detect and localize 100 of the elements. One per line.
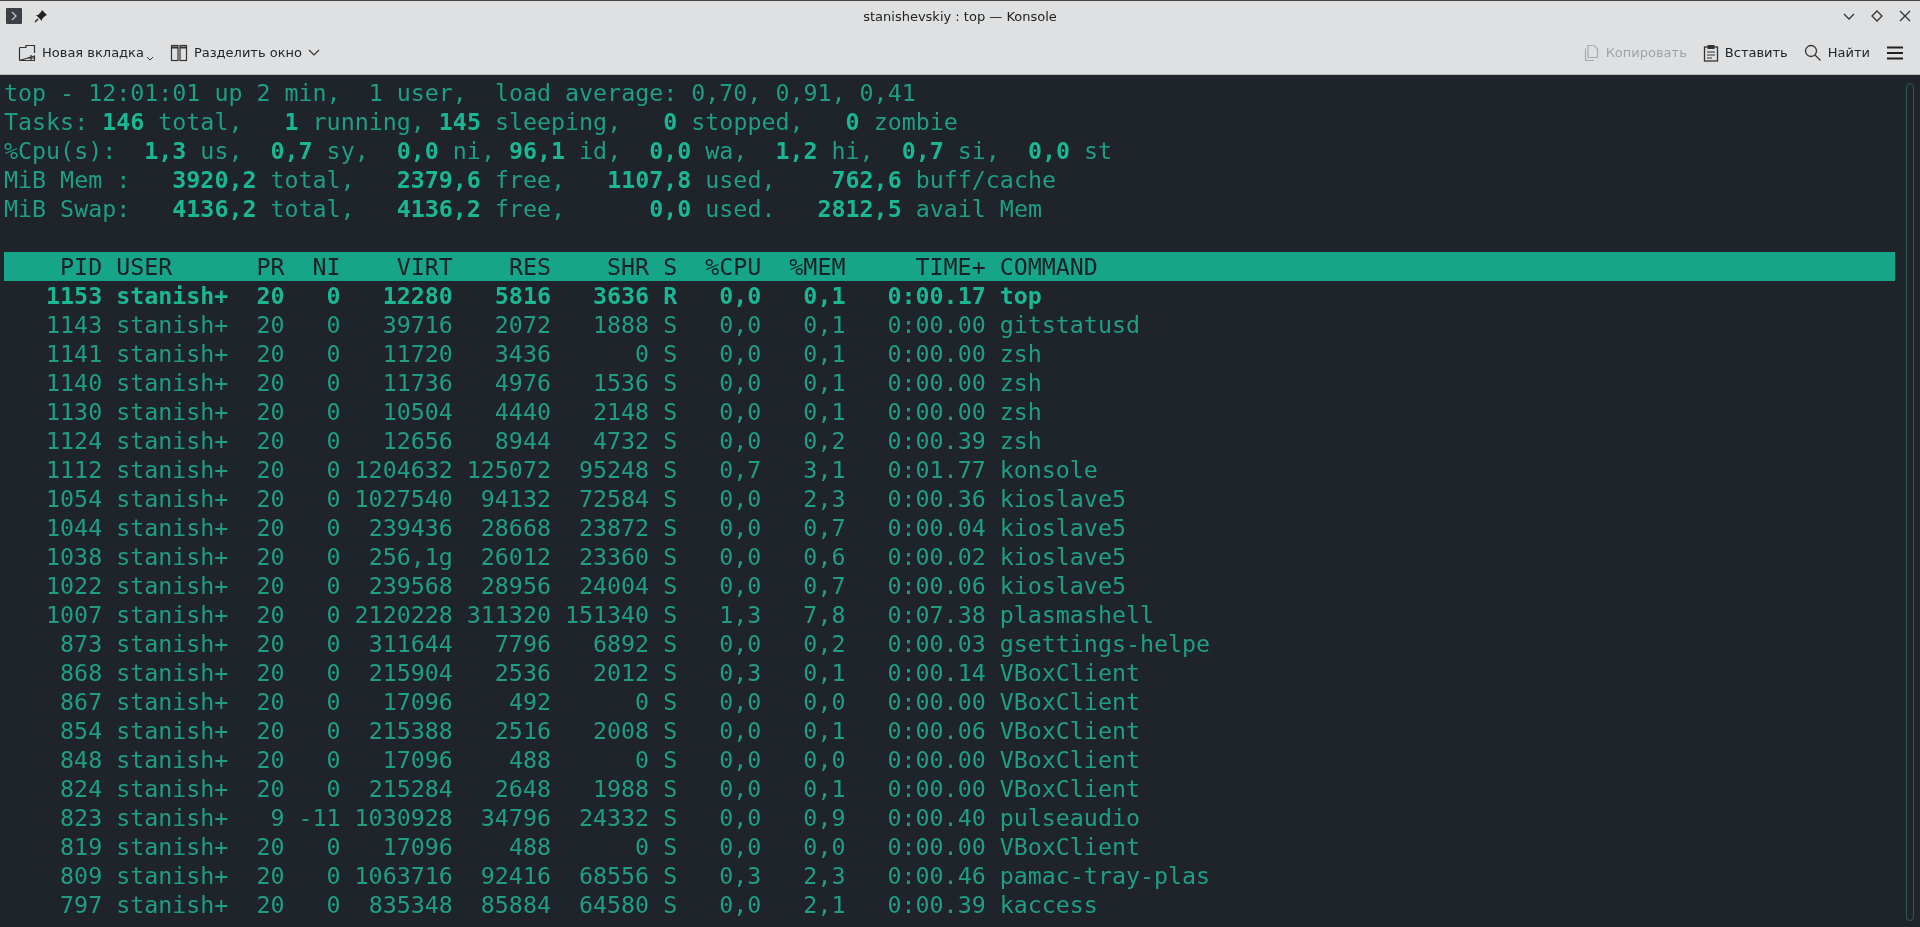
column-header: TIME+: [914, 252, 986, 281]
pin-icon[interactable]: [34, 9, 48, 23]
table-cell-text: 0: [325, 629, 341, 658]
table-cell: VBoxClient: [999, 716, 1140, 745]
table-cell-text: 1988: [592, 774, 650, 803]
table-cell-text: 0,0: [718, 803, 762, 832]
table-cell-text: 0: [325, 368, 341, 397]
table-cell-text: 0,3: [718, 861, 762, 890]
table-cell-text: 0,0: [718, 745, 762, 774]
table-cell: gsettings-helpe: [999, 629, 1211, 658]
table-cell-text: 1141: [45, 339, 103, 368]
table-cell-text: 2008: [592, 716, 650, 745]
table-cell-text: 20: [255, 745, 285, 774]
table-cell-text: 0,0: [718, 368, 762, 397]
paste-button[interactable]: Вставить: [1696, 39, 1794, 66]
table-cell-text: 3636: [592, 281, 650, 310]
table-cell: stanish+: [116, 600, 229, 629]
table-cell-text: 0,0: [802, 745, 846, 774]
table-cell-text: 0,1: [802, 339, 846, 368]
table-cell-text: 0,1: [802, 310, 846, 339]
table-cell-text: 0,0: [802, 832, 846, 861]
table-cell-text: 0:00.00: [886, 368, 986, 397]
find-button[interactable]: Найти: [1797, 39, 1876, 66]
new-tab-button[interactable]: Новая вкладка: [12, 39, 160, 66]
table-cell-text: 239436: [367, 513, 453, 542]
table-cell-text: 0,0: [718, 629, 762, 658]
table-cell-text: 215904: [367, 658, 453, 687]
table-cell: stanish+: [116, 310, 229, 339]
table-cell-text: 9: [269, 803, 285, 832]
table-cell: VBoxClient: [999, 832, 1140, 861]
table-cell: stanish+: [116, 571, 229, 600]
table-cell-text: 0: [325, 455, 341, 484]
table-cell: pulseaudio: [999, 803, 1140, 832]
table-cell-text: 20: [255, 658, 285, 687]
table-cell: stanish+: [116, 513, 229, 542]
table-cell-text: 20: [255, 426, 285, 455]
table-cell-text: 95248: [578, 455, 650, 484]
table-cell-text: 0,0: [718, 339, 762, 368]
table-cell-text: 2,3: [802, 861, 846, 890]
table-cell-text: 0:00.40: [886, 803, 986, 832]
caret-icon: [145, 55, 154, 62]
table-cell: S: [663, 861, 678, 890]
table-cell-text: 0,1: [802, 658, 846, 687]
table-cell: VBoxClient: [999, 745, 1140, 774]
table-cell-text: 24332: [578, 803, 650, 832]
table-cell: VBoxClient: [999, 687, 1140, 716]
table-cell-text: 0,1: [802, 397, 846, 426]
table-cell-text: 28956: [479, 571, 551, 600]
table-cell-text: 1038: [45, 542, 103, 571]
table-cell-text: 0:00.00: [886, 745, 986, 774]
table-cell: stanish+: [116, 803, 229, 832]
table-cell-text: 873: [59, 629, 103, 658]
table-cell-text: 0:00.14: [886, 658, 986, 687]
table-cell-text: 0:00.00: [886, 832, 986, 861]
table-cell-text: 0,0: [718, 513, 762, 542]
table-cell-text: 0,2: [802, 426, 846, 455]
table-cell-text: 0: [634, 745, 650, 774]
table-cell-text: 23872: [578, 513, 650, 542]
table-cell: stanish+: [116, 658, 229, 687]
split-button[interactable]: Разделить окно: [163, 39, 326, 66]
column-header: PR: [255, 252, 285, 281]
table-cell: S: [663, 426, 678, 455]
table-cell-text: 20: [255, 629, 285, 658]
table-cell-text: 0: [325, 832, 341, 861]
table-cell-text: 0,6: [802, 542, 846, 571]
table-cell-text: 1536: [592, 368, 650, 397]
table-cell: stanish+: [116, 455, 229, 484]
table-cell-text: 20: [255, 832, 285, 861]
table-cell-text: 17096: [381, 745, 453, 774]
table-cell-text: 809: [59, 861, 103, 890]
table-cell: kioslave5: [999, 513, 1126, 542]
close-icon[interactable]: [1898, 9, 1912, 23]
table-cell-text: 215388: [367, 716, 453, 745]
new-tab-icon: [18, 43, 36, 62]
table-cell-text: 1007: [45, 600, 103, 629]
table-cell-text: 1063716: [353, 861, 453, 890]
table-cell-text: 23360: [578, 542, 650, 571]
summary-line: MiB Mem : 3920,2 total, 2379,6 free, 1107,8 used, 762,6 buff/cache: [4, 165, 1057, 194]
table-cell-text: 6892: [592, 629, 650, 658]
table-cell-text: 2516: [493, 716, 551, 745]
table-cell: kioslave5: [999, 542, 1126, 571]
column-header: RES: [507, 252, 551, 281]
table-cell: S: [663, 629, 678, 658]
table-cell-text: 0:01.77: [886, 455, 986, 484]
table-cell-text: 1112: [45, 455, 103, 484]
table-cell-text: 11736: [381, 368, 453, 397]
terminal-icon: [6, 8, 22, 24]
table-cell-text: 0:00.46: [886, 861, 986, 890]
table-cell-text: 0: [325, 716, 341, 745]
table-cell: stanish+: [116, 629, 229, 658]
table-cell-text: 2120228: [353, 600, 453, 629]
table-cell-text: 2,3: [802, 484, 846, 513]
table-cell: stanish+: [116, 716, 229, 745]
table-cell: top: [999, 281, 1042, 310]
table-cell: plasmashell: [999, 600, 1154, 629]
table-cell-text: 0: [325, 281, 341, 310]
table-cell-text: 867: [59, 687, 103, 716]
table-cell: S: [663, 716, 678, 745]
maximize-icon[interactable]: [1870, 9, 1884, 23]
table-cell-text: 26012: [479, 542, 551, 571]
